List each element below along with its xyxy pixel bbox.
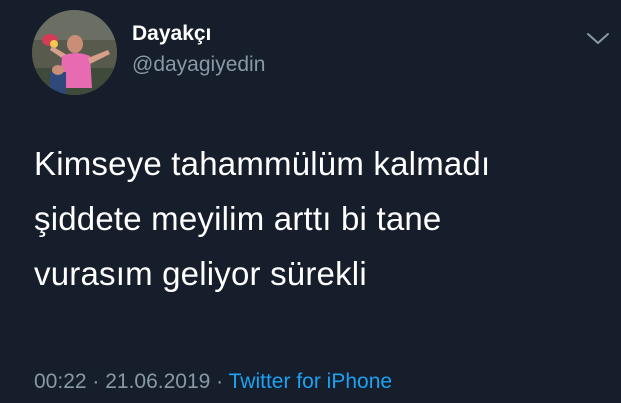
meta-separator: · (86, 370, 106, 393)
chevron-down-icon[interactable] (584, 28, 612, 48)
tweet-date[interactable]: 21.06.2019 (105, 370, 210, 393)
avatar-image (32, 10, 117, 95)
tweet-card: Dayakçı @dayagiyedin Kimseye tahammülüm … (0, 0, 621, 403)
author-display-name[interactable]: Dayakçı (132, 21, 211, 47)
tweet-source-link[interactable]: Twitter for iPhone (229, 370, 392, 393)
tweet-metadata: 00:22 · 21.06.2019 · Twitter for iPhone (34, 369, 392, 395)
tweet-time[interactable]: 00:22 (34, 370, 87, 393)
avatar[interactable] (32, 10, 117, 95)
meta-separator: · (210, 370, 229, 393)
tweet-text: Kimseye tahammülüm kalmadı şiddete meyil… (34, 145, 491, 292)
author-handle[interactable]: @dayagiyedin (132, 52, 265, 78)
